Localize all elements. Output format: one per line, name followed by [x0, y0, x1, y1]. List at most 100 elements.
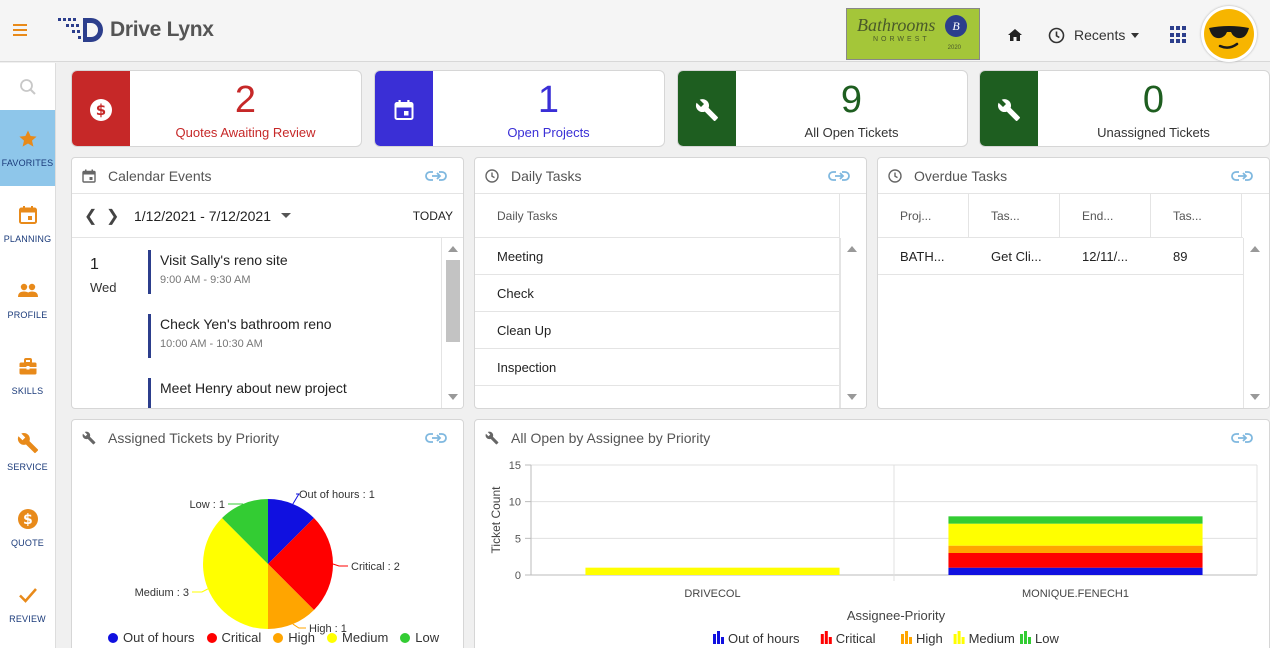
pie-legend: Out of hours Critical High Medium Low — [108, 630, 439, 645]
calendar-toolbar: ❮ ❯ 1/12/2021 - 7/12/2021 TODAY — [72, 194, 463, 238]
assigned-tickets-chart-card: Assigned Tickets by Priority Out of hour… — [71, 419, 464, 648]
legend-label: Medium — [969, 631, 1015, 646]
sidebar-item-planning[interactable]: PLANNING — [0, 186, 55, 262]
scrollbar[interactable] — [840, 238, 866, 408]
scroll-down-icon[interactable] — [1250, 394, 1260, 400]
scrollbar[interactable] — [441, 238, 463, 408]
sidebar-search[interactable] — [0, 63, 55, 110]
card-title: All Open by Assignee by Priority — [511, 430, 711, 446]
date-range-picker[interactable]: 1/12/2021 - 7/12/2021 — [134, 208, 271, 224]
table-row[interactable]: Check — [475, 275, 839, 312]
sidebar-item-label: SKILLS — [11, 386, 44, 396]
grid-body: Meeting Check Clean Up Inspection — [475, 238, 840, 408]
link-icon[interactable] — [828, 168, 850, 184]
pie-leader-line — [192, 588, 209, 593]
table-row[interactable]: BATH... Get Cli... 12/11/... 89 — [878, 238, 1243, 275]
sidebar-item-label: PLANNING — [3, 234, 52, 244]
sidebar-item-service[interactable]: SERVICE — [0, 414, 55, 490]
column-header[interactable]: Daily Tasks — [475, 209, 557, 223]
kpi-quotes-awaiting-review[interactable]: $ 2 Quotes Awaiting Review — [71, 70, 362, 147]
scroll-up-icon[interactable] — [1250, 246, 1260, 252]
kpi-unassigned-tickets[interactable]: 0 Unassigned Tickets — [979, 70, 1270, 147]
kpi-open-projects[interactable]: 1 Open Projects — [374, 70, 665, 147]
legend-item[interactable]: High — [273, 630, 315, 645]
clock-icon — [1048, 27, 1065, 43]
legend-item[interactable]: Out of hours — [713, 631, 800, 646]
overdue-tasks-grid: Proj... Tas... End... Tas... BATH... Get… — [878, 193, 1269, 408]
legend-item[interactable]: Critical — [206, 630, 261, 645]
app-name: Drive Lynx — [110, 18, 214, 41]
sidebar-item-label: FAVORITES — [1, 158, 54, 168]
link-icon[interactable] — [425, 168, 447, 184]
legend-item[interactable]: Medium — [327, 630, 388, 645]
home-icon[interactable] — [1007, 27, 1023, 43]
legend-item[interactable]: Medium — [953, 631, 1015, 646]
wrench-icon — [980, 71, 1038, 146]
agenda-day-name: Wed — [90, 280, 117, 295]
company-logo-mark: B — [945, 15, 967, 37]
app-logo[interactable]: Drive Lynx — [56, 14, 214, 46]
table-cell: Get Cli... — [991, 248, 1042, 264]
scroll-up-icon[interactable] — [847, 246, 857, 252]
legend-swatch — [717, 631, 720, 644]
sidebar: FAVORITES PLANNING PROFILE SKILLS SERVIC… — [0, 63, 56, 648]
link-icon[interactable] — [1231, 430, 1253, 446]
apps-grid-icon[interactable] — [1170, 26, 1188, 44]
scrollbar[interactable] — [1243, 238, 1269, 408]
calendar-event[interactable]: Visit Sally's reno site 9:00 AM - 9:30 A… — [148, 250, 428, 294]
scroll-down-icon[interactable] — [448, 394, 458, 400]
column-header[interactable]: End... — [1060, 193, 1151, 238]
legend-item[interactable]: Low — [1020, 631, 1059, 646]
recents-dropdown[interactable]: Recents — [1048, 26, 1140, 44]
y-tick-label: 5 — [515, 533, 521, 545]
calendar-icon — [17, 204, 39, 226]
sidebar-item-skills[interactable]: SKILLS — [0, 338, 55, 414]
legend-swatch — [828, 637, 832, 644]
agenda-day-number: 1 — [90, 256, 99, 273]
chevron-right-icon[interactable]: ❯ — [106, 206, 128, 226]
y-tick-label: 0 — [515, 570, 521, 582]
sidebar-item-profile[interactable]: PROFILE — [0, 262, 55, 338]
sidebar-item-review[interactable]: REVIEW — [0, 566, 55, 642]
today-button[interactable]: TODAY — [413, 209, 453, 223]
card-header: Assigned Tickets by Priority — [72, 420, 463, 456]
menu-icon[interactable] — [13, 24, 27, 36]
chevron-left-icon[interactable]: ❮ — [84, 206, 106, 226]
user-avatar[interactable] — [1201, 6, 1257, 62]
y-tick-label: 15 — [509, 460, 521, 472]
pie-chart: Out of hours : 1Critical : 2High : 1Medi… — [135, 489, 400, 635]
link-icon[interactable] — [1231, 168, 1253, 184]
scroll-up-icon[interactable] — [448, 246, 458, 252]
legend-swatch — [327, 632, 338, 643]
calendar-event[interactable]: Check Yen's bathroom reno 10:00 AM - 10:… — [148, 314, 428, 358]
column-header[interactable]: Tas... — [969, 193, 1060, 238]
kpi-label: Unassigned Tickets — [1097, 125, 1210, 140]
wrench-icon — [485, 431, 499, 445]
column-header[interactable]: Tas... — [1151, 193, 1242, 238]
column-header[interactable]: Proj... — [878, 193, 969, 238]
sidebar-item-quote[interactable]: $ QUOTE — [0, 490, 55, 566]
scroll-thumb[interactable] — [446, 260, 460, 342]
link-icon[interactable] — [425, 430, 447, 446]
legend-item[interactable]: Out of hours — [108, 630, 195, 645]
legend-item[interactable]: High — [901, 631, 943, 646]
y-axis-label: Ticket Count — [489, 486, 503, 554]
calendar-event[interactable]: Meet Henry about new project — [148, 378, 428, 408]
wrench-icon — [82, 431, 96, 445]
legend-label: Critical — [836, 631, 876, 646]
legend-item[interactable]: Critical — [820, 631, 876, 646]
legend-item[interactable]: Low — [400, 630, 439, 645]
table-row[interactable]: Clean Up — [475, 312, 839, 349]
sidebar-item-favorites[interactable]: FAVORITES — [0, 110, 55, 186]
x-tick-label: MONIQUE.FENECH1 — [1022, 588, 1129, 600]
clock-icon — [485, 168, 499, 183]
chevron-down-icon[interactable] — [281, 213, 292, 218]
daily-tasks-grid: Daily Tasks Meeting Check Clean Up Inspe… — [475, 194, 866, 408]
company-logo[interactable]: Bathrooms NORWEST B 2020 — [846, 8, 980, 60]
card-header: Overdue Tasks — [878, 158, 1269, 194]
table-row[interactable]: Inspection — [475, 349, 839, 386]
scroll-down-icon[interactable] — [847, 394, 857, 400]
kpi-all-open-tickets[interactable]: 9 All Open Tickets — [677, 70, 968, 147]
table-row[interactable]: Meeting — [475, 238, 839, 275]
calendar-icon — [82, 169, 96, 183]
